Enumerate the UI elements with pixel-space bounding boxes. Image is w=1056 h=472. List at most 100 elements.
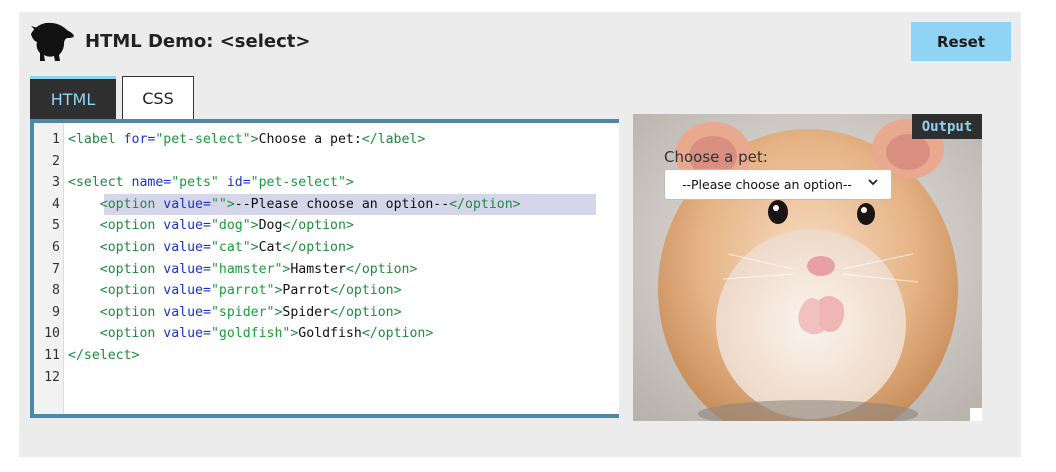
code-line[interactable]: 12 bbox=[34, 367, 619, 388]
code-token-attr: value= bbox=[163, 304, 211, 320]
code-token-val: "parrot" bbox=[210, 283, 275, 299]
tab-css[interactable]: CSS bbox=[122, 76, 194, 120]
tab-html[interactable]: HTML bbox=[30, 76, 116, 120]
pet-select-value: --Please choose an option-- bbox=[682, 177, 852, 192]
code-token-txt: Choose a pet: bbox=[258, 132, 362, 147]
code-token-txt: Hamster bbox=[290, 261, 346, 277]
code-line[interactable]: 10 <option value="goldfish">Goldfish</op… bbox=[34, 323, 619, 344]
code-token-attr: for= bbox=[123, 132, 156, 147]
code-token-val: "pets" bbox=[171, 175, 227, 191]
dinosaur-icon bbox=[31, 22, 74, 61]
code-token-tag: > bbox=[250, 240, 259, 255]
code-token-attr: value= bbox=[163, 240, 211, 255]
code-text: <option value="cat">Cat</option> bbox=[68, 237, 354, 258]
code-token-tag: > bbox=[226, 196, 235, 212]
code-text: <label for="pet-select">Choose a pet:</l… bbox=[68, 129, 425, 150]
output-label: Output bbox=[912, 114, 982, 139]
code-token-tag: <option bbox=[99, 218, 164, 234]
code-line[interactable]: 7 <option value="hamster">Hamster</optio… bbox=[34, 259, 619, 280]
code-text: <select name="pets" id="pet-select"> bbox=[68, 172, 354, 193]
code-token-tag: </option> bbox=[282, 240, 354, 255]
code-token-attr: value= bbox=[163, 261, 211, 277]
line-number: 12 bbox=[44, 369, 60, 385]
code-text: <option value="">--Please choose an opti… bbox=[68, 194, 521, 215]
line-number: 3 bbox=[52, 175, 60, 191]
output-frame: Output Choose a pet: --Please choose an … bbox=[633, 114, 982, 421]
code-token-tag: <option bbox=[99, 326, 164, 342]
code-token-txt: Dog bbox=[258, 218, 283, 234]
code-token-tag: <option bbox=[99, 304, 164, 320]
code-line[interactable]: 8 <option value="parrot">Parrot</option> bbox=[34, 280, 619, 301]
code-token-attr: value= bbox=[163, 326, 211, 342]
code-token-val: "dog" bbox=[210, 218, 251, 234]
line-number: 11 bbox=[44, 348, 60, 363]
code-token-txt: Spider bbox=[282, 304, 331, 320]
code-token-tag: <option bbox=[99, 261, 164, 277]
code-editor[interactable]: 1 <label for="pet-select">Choose a pet:</… bbox=[30, 119, 619, 418]
code-line[interactable]: 9 <option value="spider">Spider</option> bbox=[34, 302, 619, 323]
code-token-tag: </option> bbox=[330, 283, 402, 299]
code-token-tag: <option bbox=[99, 283, 164, 299]
code-token-attr: id= bbox=[226, 175, 251, 191]
choose-pet-label: Choose a pet: bbox=[664, 148, 768, 166]
code-text: <option value="goldfish">Goldfish</optio… bbox=[68, 323, 434, 344]
code-token-attr: value= bbox=[163, 196, 211, 212]
line-number: 9 bbox=[52, 304, 60, 320]
code-token-tag: </option> bbox=[449, 196, 521, 212]
chevron-down-icon bbox=[868, 179, 878, 186]
code-token-tag: > bbox=[250, 132, 259, 147]
reset-button[interactable]: Reset bbox=[911, 22, 1011, 61]
code-line[interactable]: 3 <select name="pets" id="pet-select"> bbox=[34, 172, 619, 193]
code-line[interactable]: 5 <option value="dog">Dog</option> bbox=[34, 215, 619, 236]
code-token-attr: value= bbox=[163, 283, 211, 299]
code-token-attr: name= bbox=[131, 175, 172, 191]
code-token-tag: <option bbox=[99, 196, 164, 212]
line-number: 8 bbox=[52, 283, 60, 299]
frame-edge bbox=[970, 408, 982, 421]
code-token-tag: > bbox=[345, 175, 354, 191]
code-text: <option value="spider">Spider</option> bbox=[68, 302, 402, 323]
code-token-val: "cat" bbox=[210, 240, 251, 255]
line-number: 1 bbox=[52, 132, 60, 147]
code-token-tag: > bbox=[250, 218, 259, 234]
code-token-val: "" bbox=[210, 196, 227, 212]
line-number: 6 bbox=[52, 240, 60, 255]
code-token-tag: </option> bbox=[282, 218, 354, 234]
code-token-tag: </select> bbox=[68, 348, 140, 363]
code-token-txt: Parrot bbox=[282, 283, 331, 299]
code-line[interactable]: 6 <option value="cat">Cat</option> bbox=[34, 237, 619, 258]
code-line[interactable]: 1 <label for="pet-select">Choose a pet:</… bbox=[34, 129, 619, 150]
code-token-tag: </option> bbox=[361, 326, 434, 342]
page-title: HTML Demo: <select> bbox=[85, 31, 311, 52]
line-number: 2 bbox=[52, 153, 60, 169]
code-line[interactable]: 4 <option value="">--Please choose an op… bbox=[34, 193, 619, 215]
code-line[interactable]: 2 bbox=[34, 151, 619, 172]
pet-select[interactable]: --Please choose an option-- bbox=[664, 169, 892, 200]
code-token-txt: --Please choose an option-- bbox=[234, 196, 450, 212]
code-token-txt: Goldfish bbox=[298, 326, 362, 342]
code-token-tag: </option> bbox=[345, 261, 418, 277]
code-token-val: "pet-select" bbox=[155, 132, 251, 147]
code-line[interactable]: 11 </select> bbox=[34, 345, 619, 366]
code-token-attr: value= bbox=[163, 218, 211, 234]
code-text: <option value="dog">Dog</option> bbox=[68, 215, 354, 236]
code-token-val: "hamster" bbox=[210, 261, 283, 277]
code-text: <option value="parrot">Parrot</option> bbox=[68, 280, 402, 301]
code-token-val: "goldfish" bbox=[210, 326, 291, 342]
code-token-txt: Cat bbox=[258, 240, 283, 255]
code-token-tag: </label> bbox=[361, 132, 426, 147]
code-token-tag: <select bbox=[68, 175, 132, 191]
code-token-val: "pet-select" bbox=[250, 175, 346, 191]
code-token-val: "spider" bbox=[210, 304, 275, 320]
line-number: 4 bbox=[52, 196, 60, 212]
code-text: <option value="hamster">Hamster</option> bbox=[68, 259, 418, 280]
code-token-tag: <option bbox=[99, 240, 164, 255]
code-token-tag: </option> bbox=[330, 304, 402, 320]
